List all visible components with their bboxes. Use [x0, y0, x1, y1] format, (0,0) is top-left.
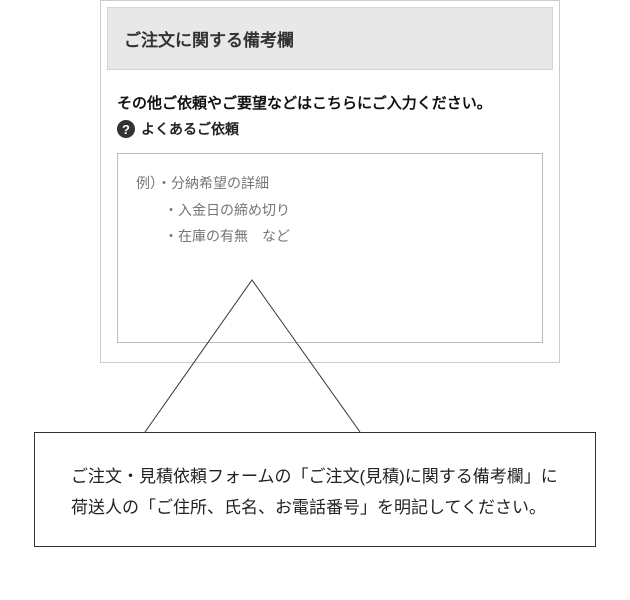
callout-text: ご注文・見積依頼フォームの「ご注文(見積)に関する備考欄」に荷送人の「ご住所、氏…: [71, 461, 559, 524]
help-label: よくあるご依頼: [141, 119, 239, 139]
section-body: その他ご依頼やご要望などはこちらにご入力ください。 ? よくあるご依頼: [101, 70, 559, 362]
section-heading: ご注文に関する備考欄: [124, 26, 536, 51]
remarks-panel: ご注文に関する備考欄 その他ご依頼やご要望などはこちらにご入力ください。 ? よ…: [100, 0, 560, 363]
question-icon: ?: [117, 120, 135, 138]
instruction-callout: ご注文・見積依頼フォームの「ご注文(見積)に関する備考欄」に荷送人の「ご住所、氏…: [34, 432, 596, 547]
section-header: ご注文に関する備考欄: [107, 7, 553, 70]
remarks-textarea[interactable]: [117, 153, 543, 343]
intro-text: その他ご依頼やご要望などはこちらにご入力ください。: [117, 92, 543, 113]
help-row[interactable]: ? よくあるご依頼: [117, 119, 543, 139]
